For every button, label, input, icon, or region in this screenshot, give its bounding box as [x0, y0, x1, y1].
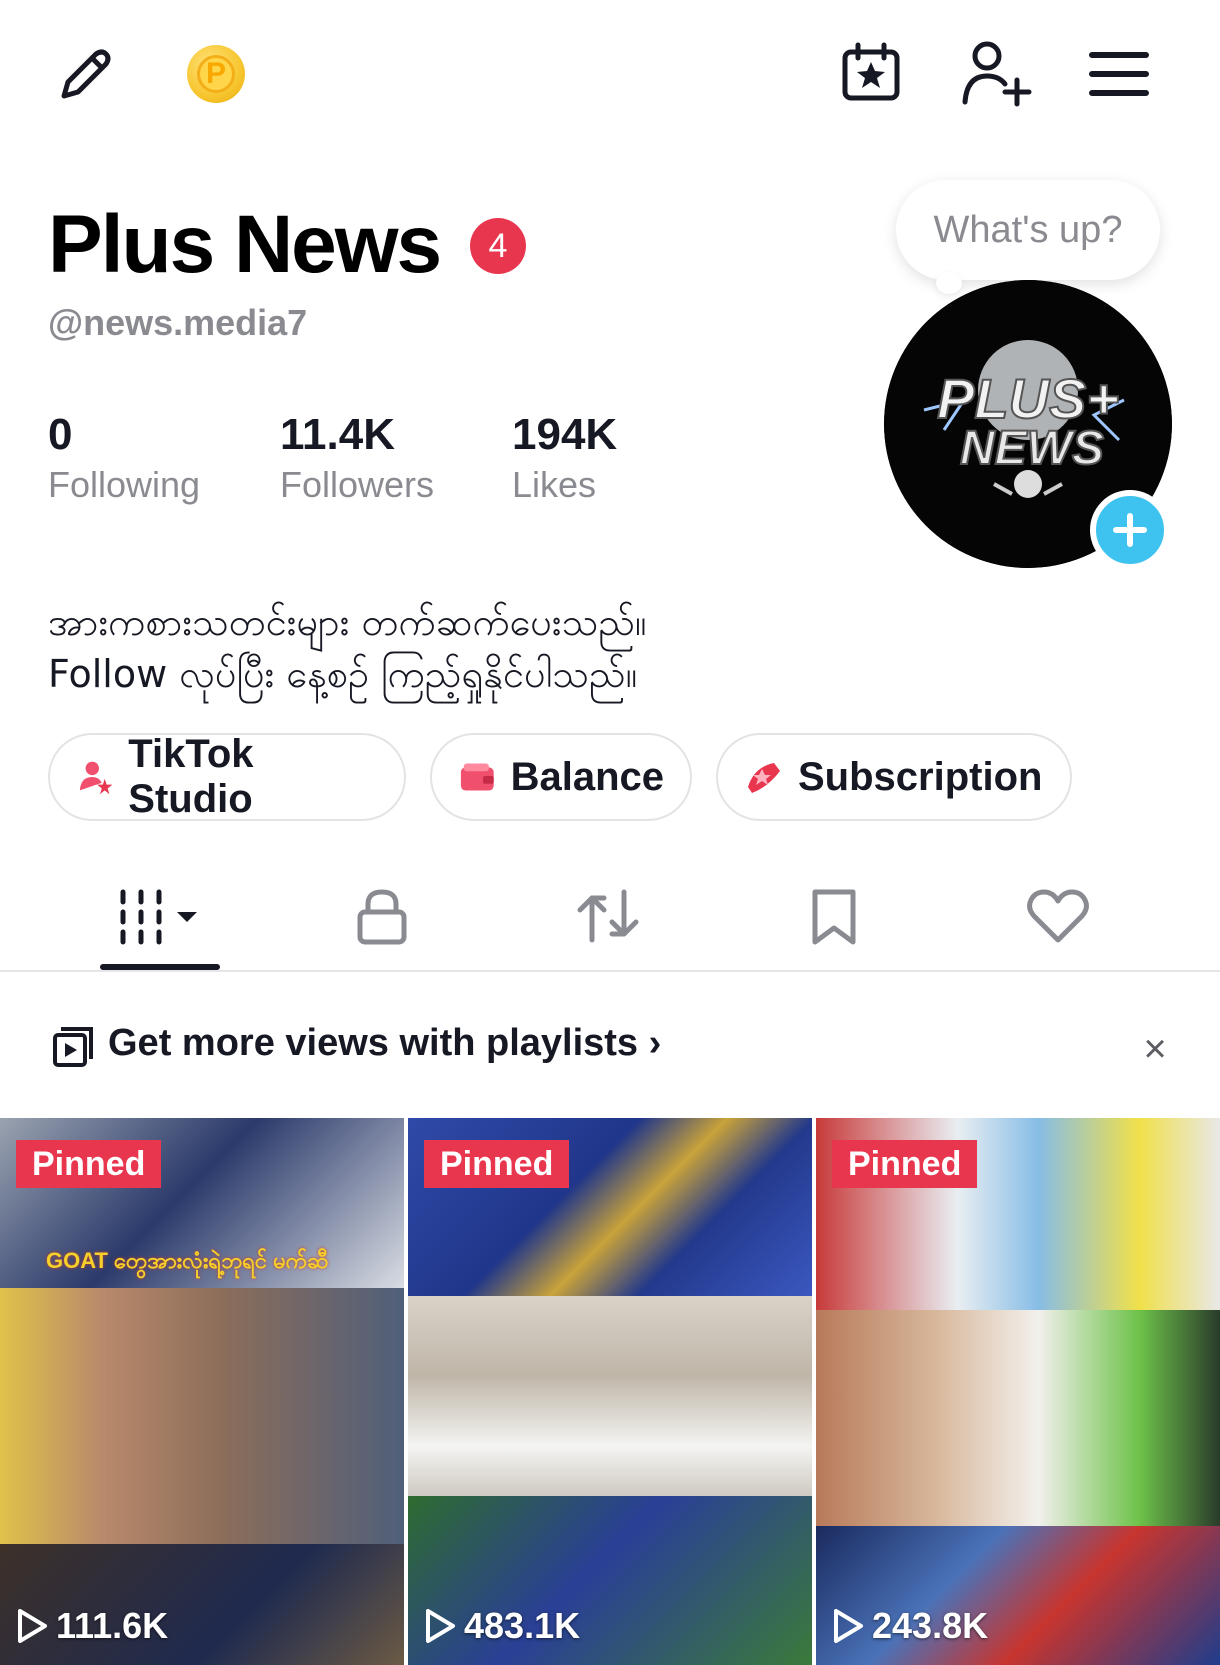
tab-private[interactable]	[332, 860, 432, 972]
chip-label: Subscription	[798, 754, 1043, 799]
username: @news.media7	[48, 302, 308, 343]
thumb-segment	[0, 1288, 404, 1544]
stat-label: Followers	[280, 464, 435, 505]
add-avatar-button[interactable]	[1090, 490, 1170, 570]
subscription-icon	[748, 763, 780, 793]
view-count-text: 111.6K	[56, 1605, 169, 1646]
stat-label: Likes	[512, 464, 597, 505]
stat-value: 194K	[512, 410, 618, 459]
pencil-icon[interactable]	[50, 40, 120, 110]
chip-label: TikTok Studio	[128, 732, 254, 821]
bubble-tail	[936, 272, 962, 294]
pinned-badge: Pinned	[424, 1140, 570, 1188]
stat-value: 11.4K	[280, 410, 395, 459]
profile-name: Plus News	[48, 199, 442, 290]
grid-icon	[120, 889, 197, 945]
tiktok-studio-button[interactable]: TikTok Studio	[48, 732, 406, 821]
avatar-text-2: NEWS	[960, 422, 1104, 475]
add-user-icon[interactable]	[958, 38, 1036, 108]
video-thumbnail[interactable]: GOAT တွေအားလုံးရဲ့ဘုရင် မက်ဆီ Pinned 111…	[0, 1118, 404, 1665]
close-icon[interactable]: ×	[1130, 1024, 1180, 1074]
thumb-segment	[408, 1296, 812, 1496]
video-thumbnail[interactable]: Pinned 243.8K	[816, 1118, 1220, 1665]
calendar-star-icon[interactable]	[836, 38, 906, 108]
coin-icon[interactable]: P	[187, 45, 245, 103]
pinned-badge: Pinned	[832, 1140, 978, 1188]
heart-icon	[1027, 889, 1089, 943]
status-bubble[interactable]: What's up?	[896, 180, 1160, 280]
top-bar: P	[0, 0, 1220, 150]
bookmark-icon	[812, 889, 856, 945]
lock-icon	[357, 889, 407, 945]
tab-favorites[interactable]	[784, 860, 884, 972]
playlist-banner-link[interactable]: Get more views with playlists ›	[108, 1022, 661, 1065]
view-count-text: 243.8K	[872, 1605, 989, 1646]
active-tab-indicator	[100, 964, 220, 970]
bio: အားကစားသတင်းများ တက်ဆက်ပေးသည်။ Follow လု…	[48, 596, 647, 700]
stat-value: 0	[48, 410, 73, 459]
avatar-text-1: PLUS+	[937, 367, 1119, 430]
pinned-badge: Pinned	[16, 1140, 162, 1188]
wallet-icon	[460, 763, 494, 791]
bio-line: Follow လုပ်ပြီး နေ့စဉ် ကြည့်ရှုနိုင်ပါသည…	[48, 652, 638, 696]
studio-icon	[79, 761, 113, 795]
play-icon	[834, 1609, 863, 1643]
subscription-button[interactable]: Subscription	[716, 733, 1072, 821]
content-tabs	[0, 860, 1220, 972]
repost-icon	[577, 889, 639, 943]
stat-followers[interactable]: 11.4K Followers	[280, 410, 434, 510]
play-icon	[18, 1609, 47, 1643]
video-thumbnail[interactable]: Pinned 483.1K	[408, 1118, 812, 1665]
thumb-caption: GOAT တွေအားလုံးရဲ့ဘုရင် မက်ဆီ	[46, 1248, 329, 1273]
notification-badge[interactable]: 4	[470, 218, 526, 274]
view-count: 111.6K	[16, 1605, 168, 1647]
view-count: 483.1K	[424, 1605, 580, 1647]
tab-liked[interactable]	[1008, 860, 1108, 972]
plus-icon	[1113, 513, 1147, 547]
coin-letter: P	[197, 55, 235, 93]
thumb-segment	[816, 1310, 1220, 1526]
stat-following[interactable]: 0 Following	[48, 410, 200, 510]
video-grid: GOAT တွေအားလုံးရဲ့ဘုရင် မက်ဆီ Pinned 111…	[0, 1118, 1220, 1665]
tab-reposts[interactable]	[558, 860, 658, 972]
stat-label: Following	[48, 464, 201, 505]
balance-button[interactable]: Balance	[430, 733, 692, 821]
bio-line: အားကစားသတင်းများ တက်ဆက်ပေးသည်။	[48, 600, 647, 644]
chip-label: Balance	[510, 754, 664, 799]
play-icon	[426, 1609, 455, 1643]
stat-likes[interactable]: 194K Likes	[512, 410, 617, 510]
tab-videos[interactable]	[100, 860, 220, 972]
view-count: 243.8K	[832, 1605, 988, 1647]
playlist-icon	[50, 1024, 96, 1070]
hamburger-menu-icon[interactable]	[1086, 44, 1152, 104]
view-count-text: 483.1K	[464, 1605, 581, 1646]
chevron-right-icon: ›	[648, 1022, 662, 1064]
playlist-banner-text: Get more views with playlists	[108, 1022, 639, 1064]
